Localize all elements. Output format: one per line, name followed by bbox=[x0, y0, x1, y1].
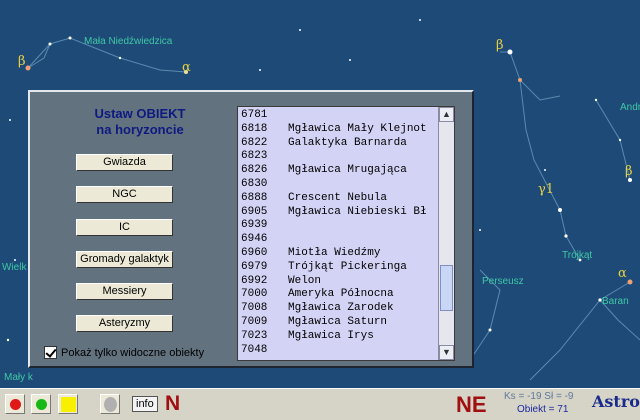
dialog-title-line2: na horyzoncie bbox=[96, 122, 184, 137]
star-label-beta: β bbox=[496, 38, 504, 53]
object-number: 6939 bbox=[241, 219, 268, 232]
list-item[interactable]: 6822 Galaktyka Barnarda bbox=[238, 137, 438, 151]
red-button[interactable] bbox=[5, 394, 25, 414]
yellow-button[interactable] bbox=[58, 394, 78, 414]
list-item[interactable]: 6960 Miotła Wiedźmy bbox=[238, 247, 438, 261]
object-number: 7023 bbox=[241, 329, 268, 342]
object-list-rows: 6781 6818 Mgławica Mały Klejnot 6822 Galakty… bbox=[238, 109, 438, 357]
star-button[interactable]: Gwiazda bbox=[76, 154, 173, 171]
object-count: Obiekt = 71 bbox=[517, 404, 569, 415]
object-number: 7008 bbox=[241, 302, 268, 315]
dialog-title: Ustaw OBIEKT na horyzoncie bbox=[74, 106, 206, 138]
object-name: Mgławica Irys bbox=[288, 329, 374, 342]
green-dot-icon bbox=[36, 399, 47, 410]
star-label-alpha: α bbox=[182, 60, 191, 75]
object-number: 6905 bbox=[241, 205, 268, 218]
constellation-label-wielki: Wielk bbox=[2, 262, 27, 273]
object-number: 6888 bbox=[241, 191, 268, 204]
object-name: Ameryka Północna bbox=[288, 288, 394, 301]
object-number: 6992 bbox=[241, 274, 268, 287]
asterisms-button[interactable]: Asteryzmy bbox=[76, 315, 173, 332]
object-number: 6781 bbox=[241, 109, 268, 121]
visible-only-checkbox[interactable]: Pokaż tylko widoczne obiekty bbox=[44, 346, 204, 359]
scroll-down-icon[interactable]: ▼ bbox=[439, 345, 454, 360]
list-item[interactable]: 7009 Mgławica Saturn bbox=[238, 316, 438, 330]
object-number: 6979 bbox=[241, 260, 268, 273]
star-label-beta: β bbox=[625, 164, 633, 179]
object-number: 7048 bbox=[241, 343, 268, 356]
object-number: 6960 bbox=[241, 246, 268, 259]
object-number: 6946 bbox=[241, 233, 268, 246]
list-item[interactable]: 6888 Crescent Nebula bbox=[238, 192, 438, 206]
list-item[interactable]: 7023 Mgławica Irys bbox=[238, 330, 438, 344]
checkbox-label: Pokaż tylko widoczne obiekty bbox=[61, 346, 205, 359]
object-number: 6818 bbox=[241, 122, 268, 135]
object-number: 7000 bbox=[241, 288, 268, 301]
dialog-title-line1: Ustaw OBIEKT bbox=[94, 106, 186, 121]
list-item[interactable]: 6826 Mgławica Mrugająca bbox=[238, 164, 438, 178]
list-item[interactable]: 6781 bbox=[238, 109, 438, 123]
set-object-dialog: Ustaw OBIEKT na horyzoncie Gwiazda NGC I… bbox=[28, 90, 474, 368]
list-item[interactable]: 7000 Ameryka Północna bbox=[238, 288, 438, 302]
object-name: Trójkąt Pickeringa bbox=[288, 260, 407, 273]
object-name: Welon bbox=[288, 274, 322, 287]
info-button[interactable]: info bbox=[132, 396, 158, 412]
ic-button[interactable]: IC bbox=[76, 219, 173, 236]
list-item[interactable]: 7008 Mgławica Zarodek bbox=[238, 302, 438, 316]
red-dot-icon bbox=[10, 399, 21, 410]
green-button[interactable] bbox=[31, 394, 51, 414]
object-number: 6823 bbox=[241, 150, 268, 163]
object-name: Crescent Nebula bbox=[288, 191, 388, 204]
list-scrollbar[interactable]: ▲ ▼ bbox=[438, 107, 454, 360]
list-item[interactable]: 6946 bbox=[238, 233, 438, 247]
object-list[interactable]: 6781 6818 Mgławica Mały Klejnot 6822 Galakty… bbox=[237, 106, 455, 361]
star-label-alpha: α bbox=[618, 266, 627, 281]
app-name: Astro bbox=[592, 392, 640, 411]
coordinates-readout: Ks = -19 Sł = -9 bbox=[504, 391, 574, 402]
messier-button[interactable]: Messiery bbox=[76, 283, 173, 300]
star-label-beta: β bbox=[18, 54, 26, 69]
list-item[interactable]: 6979 Trójkąt Pickeringa bbox=[238, 261, 438, 275]
object-name: Mgławica Niebieski Bł bbox=[288, 205, 427, 218]
list-item[interactable]: 6992 Welon bbox=[238, 275, 438, 289]
object-name: Mgławica Saturn bbox=[288, 315, 388, 328]
yellow-square-icon bbox=[61, 397, 76, 412]
galaxy-clusters-button[interactable]: Gromady galaktyk bbox=[76, 251, 173, 268]
constellation-label-andromeda: Andr bbox=[620, 102, 640, 113]
constellation-label-mala-niedzwiedzica: Mała Niedźwiedzica bbox=[84, 36, 173, 47]
object-name: Miotła Wiedźmy bbox=[288, 246, 381, 259]
bottom-toolbar: info N NE Ks = -19 Sł = -9 Obiekt = 71 A… bbox=[0, 388, 640, 420]
object-number: 6826 bbox=[241, 164, 268, 177]
constellation-label-trojkat: Trójkąt bbox=[562, 250, 593, 261]
ngc-button[interactable]: NGC bbox=[76, 186, 173, 203]
constellation-label-maly: Mały k bbox=[4, 372, 33, 383]
checkbox-checked-icon[interactable] bbox=[44, 346, 57, 359]
object-name: Mgławica Mrugająca bbox=[288, 164, 407, 177]
list-item[interactable]: 6823 bbox=[238, 150, 438, 164]
list-item[interactable]: 7048 bbox=[238, 344, 438, 358]
object-number: 6830 bbox=[241, 177, 268, 190]
moon-icon bbox=[104, 397, 117, 412]
constellation-label-perseusz: Perseusz bbox=[482, 276, 524, 287]
scroll-up-icon[interactable]: ▲ bbox=[439, 107, 454, 122]
star-label-gamma: γ1 bbox=[538, 182, 555, 197]
object-name: Mgławica Mały Klejnot bbox=[288, 122, 427, 135]
scroll-thumb[interactable] bbox=[440, 265, 453, 311]
list-item[interactable]: 6905 Mgławica Niebieski Bł bbox=[238, 206, 438, 220]
list-item[interactable]: 6818 Mgławica Mały Klejnot bbox=[238, 123, 438, 137]
direction-left-label: N bbox=[165, 392, 181, 415]
constellation-label-baran: Baran bbox=[602, 296, 629, 307]
list-item[interactable]: 6939 bbox=[238, 219, 438, 233]
list-item[interactable]: 6830 bbox=[238, 178, 438, 192]
object-name: Mgławica Zarodek bbox=[288, 302, 394, 315]
object-number: 7009 bbox=[241, 315, 268, 328]
object-number: 6822 bbox=[241, 136, 268, 149]
direction-right-label: NE bbox=[456, 392, 487, 417]
object-name: Galaktyka Barnarda bbox=[288, 136, 407, 149]
moon-button[interactable] bbox=[100, 394, 120, 414]
